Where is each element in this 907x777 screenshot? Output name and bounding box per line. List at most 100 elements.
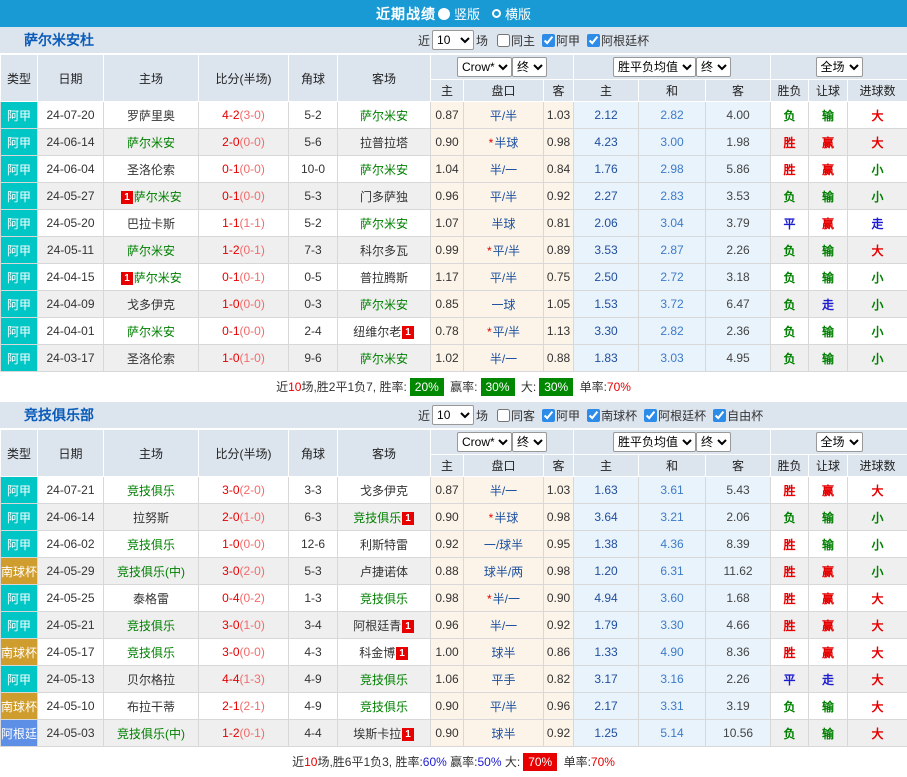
filter-checkbox-0[interactable]: 同主 bbox=[490, 32, 535, 49]
horizontal-radio-label[interactable]: 横版 bbox=[505, 4, 531, 23]
type-cell: 南球杯 bbox=[1, 693, 38, 720]
checkbox-icon[interactable] bbox=[542, 409, 555, 422]
home-team-cell: 贝尔格拉 bbox=[104, 666, 199, 693]
checkbox-icon[interactable] bbox=[587, 34, 600, 47]
type-cell: 阿甲 bbox=[1, 612, 38, 639]
home-team-cell: 拉努斯 bbox=[104, 504, 199, 531]
handicap-result-cell: 输 bbox=[809, 345, 848, 372]
sections-container: 萨尔米安杜 近 10 场 同主阿甲阿根廷杯 类型 日期 主场 比分(半场) bbox=[0, 27, 907, 777]
summary-text: 单率: bbox=[576, 380, 607, 394]
handicap-home-odds: 1.17 bbox=[431, 264, 464, 291]
summary-text: 70% bbox=[607, 380, 631, 394]
handicap-home-odds: 0.85 bbox=[431, 291, 464, 318]
bookmaker-select[interactable]: Crow* bbox=[457, 432, 512, 452]
match-count-select[interactable]: 10 bbox=[432, 405, 474, 425]
home-team-cell: 竞技俱乐(中) bbox=[104, 720, 199, 747]
filter-checkbox-2[interactable]: 阿根廷杯 bbox=[580, 32, 649, 49]
euro-draw-odds: 3.21 bbox=[639, 504, 706, 531]
away-team-cell: 利斯特雷 bbox=[338, 531, 431, 558]
europe-time-select[interactable]: 终 bbox=[696, 432, 731, 452]
bookmaker-select[interactable]: Crow* bbox=[457, 57, 512, 77]
match-row: 阿甲24-05-20巴拉卡斯1-1(1-1)5-2萨尔米安1.07半球0.812… bbox=[1, 210, 907, 237]
result-cell: 胜 bbox=[771, 477, 809, 504]
result-cell: 负 bbox=[771, 291, 809, 318]
summary-line: 近10场,胜2平1负7, 胜率:20% 赢率:30% 大:30% 单率:70% bbox=[0, 372, 907, 402]
filter-checkbox-2[interactable]: 南球杯 bbox=[580, 407, 637, 424]
handicap-away-odds: 0.90 bbox=[544, 585, 574, 612]
handicap-result-cell: 输 bbox=[809, 264, 848, 291]
red-card-badge: 1 bbox=[402, 512, 414, 525]
goals-result-cell: 小 bbox=[848, 531, 907, 558]
goals-result-cell: 小 bbox=[848, 264, 907, 291]
type-cell: 南球杯 bbox=[1, 558, 38, 585]
handicap-home-odds: 0.87 bbox=[431, 102, 464, 129]
scope-select[interactable]: 全场 bbox=[816, 432, 863, 452]
filter-checkbox-3[interactable]: 阿根廷杯 bbox=[637, 407, 706, 424]
corner-cell: 4-9 bbox=[289, 666, 338, 693]
euro-away-odds: 10.56 bbox=[706, 720, 771, 747]
filter-checkbox-4[interactable]: 自由杯 bbox=[706, 407, 763, 424]
subcol-goals: 进球数 bbox=[848, 455, 907, 477]
euro-home-odds: 2.17 bbox=[574, 693, 639, 720]
match-row: 阿甲24-06-14萨尔米安2-0(0-0)5-6拉普拉塔0.90*半球0.98… bbox=[1, 129, 907, 156]
europe-metric-select[interactable]: 胜平负均值 bbox=[613, 57, 696, 77]
handicap-line: 一球 bbox=[464, 291, 544, 318]
filter-checkbox-1[interactable]: 阿甲 bbox=[535, 32, 580, 49]
date-cell: 24-05-13 bbox=[38, 666, 104, 693]
handicap-result-cell: 赢 bbox=[809, 210, 848, 237]
score-cell: 4-4(1-3) bbox=[199, 666, 289, 693]
summary-text: 10 bbox=[304, 755, 317, 769]
summary-text: 单率: bbox=[560, 755, 591, 769]
date-cell: 24-03-17 bbox=[38, 345, 104, 372]
filter-checkbox-1[interactable]: 阿甲 bbox=[535, 407, 580, 424]
handicap-line: 半/一 bbox=[464, 345, 544, 372]
euro-away-odds: 5.43 bbox=[706, 477, 771, 504]
summary-badge: 20% bbox=[410, 378, 444, 396]
handicap-away-odds: 0.98 bbox=[544, 129, 574, 156]
checkbox-icon[interactable] bbox=[587, 409, 600, 422]
away-team-cell: 卢捷诺体 bbox=[338, 558, 431, 585]
match-count-select[interactable]: 10 bbox=[432, 30, 474, 50]
checkbox-icon[interactable] bbox=[542, 34, 555, 47]
europe-metric-select[interactable]: 胜平负均值 bbox=[613, 432, 696, 452]
corner-cell: 3-3 bbox=[289, 477, 338, 504]
score-cell: 0-4(0-2) bbox=[199, 585, 289, 612]
checkbox-icon[interactable] bbox=[713, 409, 726, 422]
score-cell: 2-0(0-0) bbox=[199, 129, 289, 156]
euro-draw-odds: 3.03 bbox=[639, 345, 706, 372]
euro-home-odds: 1.53 bbox=[574, 291, 639, 318]
checkbox-icon[interactable] bbox=[497, 409, 510, 422]
match-row: 阿甲24-04-09戈多伊克1-0(0-0)0-3萨尔米安0.85一球1.051… bbox=[1, 291, 907, 318]
summary-text: 场,胜6平1负3, 胜率: bbox=[317, 755, 422, 769]
handicap-time-select[interactable]: 终 bbox=[512, 432, 547, 452]
checkbox-icon[interactable] bbox=[497, 34, 510, 47]
handicap-home-odds: 0.96 bbox=[431, 183, 464, 210]
goals-result-cell: 小 bbox=[848, 183, 907, 210]
col-home: 主场 bbox=[104, 55, 199, 102]
goals-result-cell: 小 bbox=[848, 156, 907, 183]
date-cell: 24-05-17 bbox=[38, 639, 104, 666]
score-cell: 1-0(0-0) bbox=[199, 531, 289, 558]
match-row: 阿甲24-04-01萨尔米安0-1(0-0)2-4纽维尔老10.78*平/半1.… bbox=[1, 318, 907, 345]
filter-checkbox-0[interactable]: 同客 bbox=[490, 407, 535, 424]
corner-cell: 5-2 bbox=[289, 102, 338, 129]
match-row: 阿甲24-05-21竞技俱乐3-0(1-0)3-4阿根廷青10.96半/一0.9… bbox=[1, 612, 907, 639]
handicap-away-odds: 1.05 bbox=[544, 291, 574, 318]
team-name-link[interactable]: 萨尔米安杜 bbox=[24, 30, 416, 50]
europe-time-select[interactable]: 终 bbox=[696, 57, 731, 77]
horizontal-radio-icon[interactable] bbox=[492, 9, 501, 18]
vertical-radio-label[interactable]: 竖版 bbox=[454, 4, 480, 23]
checkbox-icon[interactable] bbox=[644, 409, 657, 422]
vertical-radio-selected-icon[interactable] bbox=[438, 8, 450, 20]
goals-result-cell: 走 bbox=[848, 210, 907, 237]
type-cell: 阿甲 bbox=[1, 237, 38, 264]
date-cell: 24-05-03 bbox=[38, 720, 104, 747]
corner-cell: 5-3 bbox=[289, 558, 338, 585]
handicap-time-select[interactable]: 终 bbox=[512, 57, 547, 77]
team-name-link[interactable]: 竞技俱乐部 bbox=[24, 405, 416, 425]
date-cell: 24-05-11 bbox=[38, 237, 104, 264]
home-team-cell: 萨尔米安 bbox=[104, 129, 199, 156]
scope-select[interactable]: 全场 bbox=[816, 57, 863, 77]
handicap-home-odds: 0.98 bbox=[431, 585, 464, 612]
home-team-cell: 竞技俱乐 bbox=[104, 531, 199, 558]
